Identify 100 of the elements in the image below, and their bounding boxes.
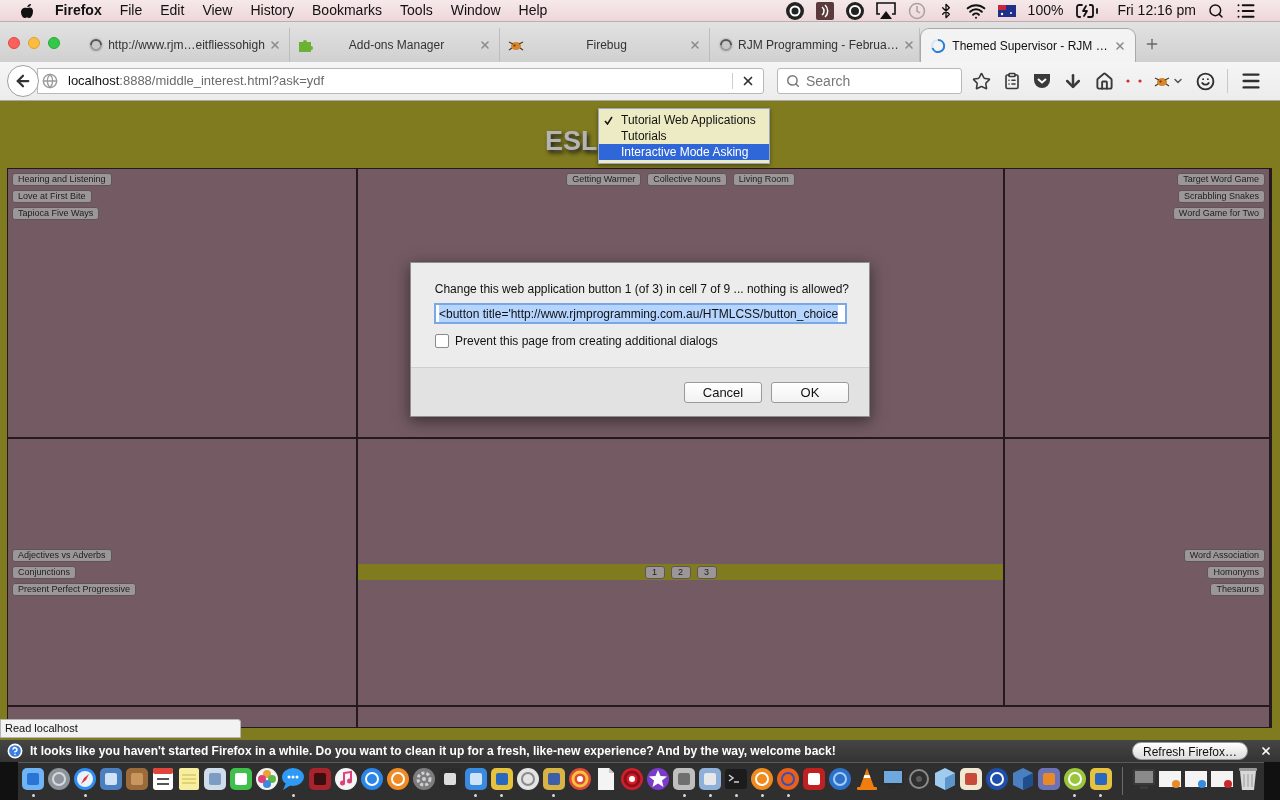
menu-item[interactable]: Tools bbox=[391, 0, 442, 21]
checkbox[interactable] bbox=[435, 334, 449, 348]
app-icon[interactable] bbox=[463, 767, 488, 791]
lesson-button[interactable]: Living Room bbox=[732, 173, 795, 186]
broadcast-icon[interactable] bbox=[815, 1, 834, 20]
refresh-firefox-button[interactable]: Refresh Firefox… bbox=[1131, 742, 1248, 760]
app-icon[interactable] bbox=[99, 767, 124, 791]
ring-icon[interactable] bbox=[568, 767, 592, 791]
app-icon[interactable] bbox=[1062, 767, 1087, 791]
search-icon bbox=[786, 74, 800, 88]
home-icon[interactable] bbox=[1095, 71, 1114, 91]
menu-item[interactable]: Edit bbox=[151, 0, 194, 21]
cube-icon[interactable] bbox=[932, 767, 957, 791]
pocket-icon[interactable] bbox=[1033, 73, 1051, 89]
dropdown-option[interactable]: Interactive Mode Asking bbox=[599, 144, 769, 160]
dropdown-option[interactable]: Tutorials bbox=[599, 128, 769, 144]
dots-icon[interactable] bbox=[1126, 79, 1142, 83]
app-icon[interactable] bbox=[541, 767, 566, 791]
lesson-button[interactable]: Thesaurus bbox=[1210, 582, 1265, 596]
menu-item[interactable]: Bookmarks bbox=[303, 0, 392, 21]
back-button[interactable] bbox=[7, 65, 39, 97]
lesson-button[interactable]: Adjectives vs Adverbs bbox=[12, 548, 112, 562]
terminal-icon[interactable] bbox=[724, 767, 749, 791]
smiley-icon[interactable] bbox=[1196, 71, 1215, 91]
app-icon[interactable] bbox=[750, 767, 775, 791]
star-icon[interactable] bbox=[972, 71, 991, 91]
app-icon[interactable] bbox=[21, 767, 45, 791]
page-button[interactable]: 1 bbox=[644, 565, 665, 579]
page-button[interactable]: 2 bbox=[670, 565, 691, 579]
app-icon[interactable] bbox=[958, 767, 983, 791]
dialog-button[interactable]: OK bbox=[771, 381, 849, 403]
traffic-cone-icon[interactable] bbox=[854, 767, 879, 791]
battery-percentage: 100% bbox=[1027, 1, 1064, 20]
calendar-icon[interactable] bbox=[151, 767, 176, 791]
ring-icon[interactable] bbox=[620, 767, 645, 791]
monitor-icon[interactable] bbox=[1132, 767, 1156, 791]
lesson-button[interactable]: Getting Warmer bbox=[566, 173, 642, 186]
menu-icon[interactable] bbox=[1240, 70, 1262, 92]
menu-item[interactable]: History bbox=[241, 0, 304, 21]
app-icon[interactable] bbox=[229, 767, 254, 791]
app-icon[interactable] bbox=[698, 767, 723, 791]
app-menu[interactable]: Firefox bbox=[46, 0, 111, 21]
browser-tab[interactable]: Themed Supervisor - RJM … bbox=[920, 28, 1136, 62]
lesson-button[interactable]: Present Perfect Progressive bbox=[12, 582, 137, 596]
search-field[interactable]: Search bbox=[777, 68, 962, 94]
app-icon[interactable] bbox=[984, 767, 1009, 791]
compass-icon[interactable] bbox=[73, 767, 98, 791]
close-tab-icon[interactable] bbox=[1114, 39, 1126, 52]
checkbox-label: Prevent this page from creating additional dialogs bbox=[455, 333, 718, 350]
app-icon[interactable] bbox=[828, 767, 853, 791]
menu-bar-clock[interactable]: Fri 12:16 pm bbox=[1117, 0, 1196, 21]
new-tab-icon[interactable] bbox=[1144, 36, 1160, 52]
lesson-button[interactable]: Target Word Game bbox=[1177, 173, 1265, 186]
app-icon[interactable] bbox=[385, 767, 410, 791]
lesson-button[interactable]: Tapioca Five Ways bbox=[12, 207, 100, 220]
notepad-icon[interactable] bbox=[177, 767, 202, 791]
app-icon[interactable] bbox=[47, 767, 72, 791]
menu-item[interactable]: View bbox=[193, 0, 242, 21]
url-field[interactable]: localhost:8888/middle_interest.html?ask=ydf bbox=[37, 68, 764, 94]
lesson-button[interactable]: Word Game for Two bbox=[1172, 207, 1265, 220]
app-icon[interactable] bbox=[359, 767, 384, 791]
lesson-button[interactable]: Homonyms bbox=[1207, 565, 1265, 579]
close-icon[interactable] bbox=[1260, 745, 1272, 757]
app-icon[interactable] bbox=[1088, 767, 1113, 791]
lesson-button[interactable]: Hearing and Listening bbox=[12, 173, 112, 186]
menu-item[interactable]: Window bbox=[441, 0, 510, 21]
flag-icon[interactable] bbox=[997, 4, 1016, 17]
stop-icon[interactable] bbox=[741, 74, 755, 88]
lesson-button[interactable]: Conjunctions bbox=[12, 565, 77, 579]
round-logo-icon[interactable] bbox=[845, 1, 864, 20]
gear-icon[interactable] bbox=[411, 767, 436, 791]
dropdown-option[interactable]: Tutorial Web Applications bbox=[599, 112, 769, 128]
dialog-message: Change this web application button 1 (of 3) in cell 7 of 9 ... nothing is allowed? bbox=[433, 282, 849, 297]
help-icon bbox=[7, 743, 23, 759]
prompt-input[interactable]: <button title='http://www.rjmprogramming.com.au/HTMLCSS/button_choice bbox=[434, 303, 847, 324]
download-icon[interactable] bbox=[1063, 71, 1083, 91]
app-icon[interactable] bbox=[203, 767, 228, 791]
lesson-button[interactable]: Collective Nouns bbox=[647, 173, 727, 186]
lesson-button[interactable]: Word Association bbox=[1183, 548, 1265, 562]
lesson-button[interactable]: Scrabbling Snakes bbox=[1177, 190, 1265, 203]
clipboard-icon[interactable] bbox=[1003, 72, 1021, 90]
search-icon[interactable] bbox=[1208, 2, 1224, 19]
app-icon[interactable] bbox=[672, 767, 697, 791]
lesson-button[interactable]: Love at First Bite bbox=[12, 190, 92, 203]
dialog-button[interactable]: Cancel bbox=[684, 381, 762, 403]
flower-icon[interactable] bbox=[255, 767, 280, 791]
music-note-icon[interactable] bbox=[333, 767, 358, 791]
menu-item[interactable]: Help bbox=[509, 0, 557, 21]
app-icon[interactable] bbox=[802, 767, 827, 791]
speech-bubble-icon[interactable] bbox=[281, 767, 306, 791]
app-icon[interactable] bbox=[489, 767, 514, 791]
menu-item[interactable]: File bbox=[110, 0, 152, 21]
notification-message: It looks like you haven't started Firefox in a while. Do you want to clean it up for a fresh, like-new experience? And by the way, welcome back! bbox=[30, 743, 836, 760]
circle-logo-icon[interactable] bbox=[785, 1, 804, 20]
close-window-button[interactable] bbox=[8, 37, 20, 49]
airplay-icon[interactable] bbox=[875, 2, 896, 19]
app-icon[interactable] bbox=[515, 767, 540, 791]
apple-logo-icon[interactable] bbox=[20, 2, 34, 19]
page-button[interactable]: 3 bbox=[696, 565, 717, 579]
globe-icon bbox=[42, 73, 58, 89]
